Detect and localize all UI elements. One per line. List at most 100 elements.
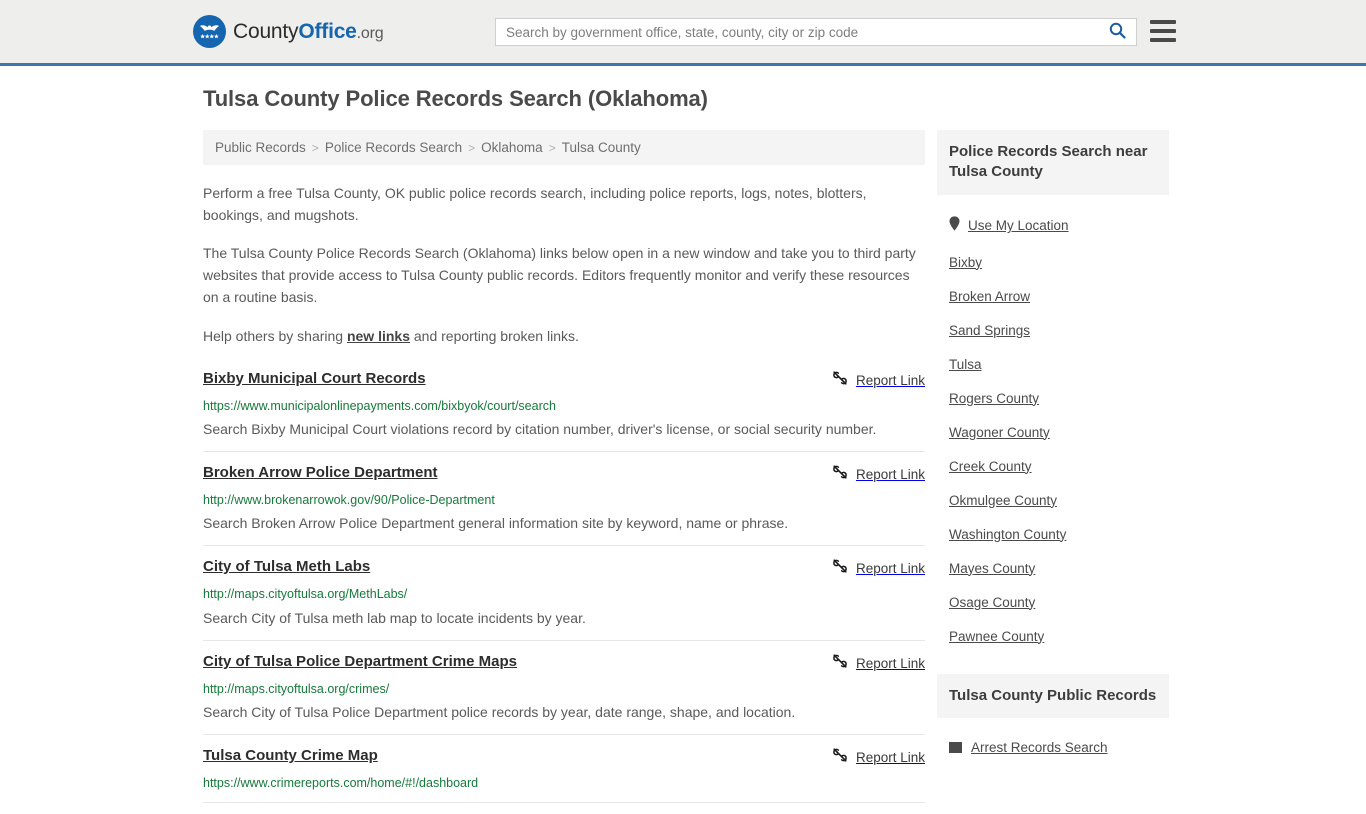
breadcrumb-item-police-records-search[interactable]: Police Records Search bbox=[325, 140, 462, 155]
sidebar-link-label[interactable]: Bixby bbox=[949, 255, 982, 270]
sidebar-item-wagoner-county[interactable]: Wagoner County bbox=[949, 425, 1169, 440]
report-link-button[interactable]: Report Link bbox=[832, 746, 925, 768]
sidebar-item-pawnee-county[interactable]: Pawnee County bbox=[949, 629, 1169, 644]
results-list: Bixby Municipal Court Records Report Lin… bbox=[203, 369, 925, 804]
result-title-link[interactable]: Broken Arrow Police Department bbox=[203, 463, 438, 483]
result-url: http://maps.cityoftulsa.org/MethLabs/ bbox=[203, 587, 408, 602]
sidebar-link-label[interactable]: Use My Location bbox=[968, 218, 1069, 233]
hamburger-bar bbox=[1150, 20, 1176, 24]
sidebar-link-label[interactable]: Okmulgee County bbox=[949, 493, 1057, 508]
result-url: https://www.crimereports.com/home/#!/das… bbox=[203, 776, 479, 791]
sidebar-link-label[interactable]: Osage County bbox=[949, 595, 1035, 610]
result-item: Bixby Municipal Court Records Report Lin… bbox=[203, 369, 925, 453]
logo-text-org: .org bbox=[356, 24, 384, 42]
result-item: City of Tulsa Meth Labs Report Link http… bbox=[203, 557, 925, 641]
result-title-link[interactable]: Bixby Municipal Court Records bbox=[203, 369, 426, 389]
site-logo[interactable]: CountyOffice.org bbox=[193, 15, 384, 48]
report-link-label: Report Link bbox=[855, 561, 925, 577]
countyoffice-eagle-icon bbox=[193, 15, 226, 48]
breadcrumb-separator: > bbox=[311, 140, 319, 155]
intro-paragraph-1: Perform a free Tulsa County, OK public p… bbox=[203, 185, 867, 224]
hamburger-bar bbox=[1150, 38, 1176, 42]
result-header: Broken Arrow Police Department Report Li… bbox=[203, 463, 925, 485]
report-link-button[interactable]: Report Link bbox=[832, 652, 925, 674]
sidebar-link-label[interactable]: Broken Arrow bbox=[949, 289, 1030, 304]
search-submit-button[interactable] bbox=[1105, 19, 1136, 45]
broken-link-icon bbox=[832, 370, 848, 391]
sidebar-link-label[interactable]: Creek County bbox=[949, 459, 1032, 474]
map-pin-icon bbox=[949, 215, 960, 236]
result-url: http://maps.cityoftulsa.org/crimes/ bbox=[203, 681, 390, 696]
breadcrumb-separator: > bbox=[548, 140, 556, 155]
logo-text-office: Office bbox=[298, 19, 357, 43]
result-title-link[interactable]: City of Tulsa Meth Labs bbox=[203, 557, 370, 577]
sidebar-nearby-title: Police Records Search near Tulsa County bbox=[937, 130, 1169, 195]
search-bar[interactable] bbox=[495, 18, 1137, 46]
sidebar-item-sand-springs[interactable]: Sand Springs bbox=[949, 323, 1169, 338]
new-links-link[interactable]: new links bbox=[347, 328, 410, 344]
result-title-link[interactable]: City of Tulsa Police Department Crime Ma… bbox=[203, 652, 517, 672]
broken-link-icon bbox=[832, 464, 848, 485]
sidebar-link-label[interactable]: Mayes County bbox=[949, 561, 1035, 576]
result-description: Search Broken Arrow Police Department ge… bbox=[203, 515, 789, 532]
result-header: Tulsa County Crime Map Report Link bbox=[203, 746, 925, 768]
sidebar-item-broken-arrow[interactable]: Broken Arrow bbox=[949, 289, 1169, 304]
sidebar-link-label[interactable]: Arrest Records Search bbox=[971, 740, 1108, 755]
hamburger-bar bbox=[1150, 29, 1176, 33]
broken-link-icon bbox=[832, 653, 848, 674]
breadcrumb-item-public-records[interactable]: Public Records bbox=[215, 140, 306, 155]
search-input[interactable] bbox=[496, 19, 1105, 45]
content-columns: Public Records > Police Records Search >… bbox=[0, 130, 1366, 814]
sidebar-link-label[interactable]: Wagoner County bbox=[949, 425, 1050, 440]
result-item: Tulsa County Crime Map Report Link https… bbox=[203, 746, 925, 804]
intro-p3-after: and reporting broken links. bbox=[410, 327, 579, 344]
site-logo-wordmark: CountyOffice.org bbox=[233, 19, 384, 44]
report-link-button[interactable]: Report Link bbox=[832, 557, 925, 579]
sidebar-item-mayes-county[interactable]: Mayes County bbox=[949, 561, 1169, 576]
sidebar-item-use-my-location[interactable]: Use My Location bbox=[949, 215, 1169, 236]
result-header: City of Tulsa Police Department Crime Ma… bbox=[203, 652, 925, 674]
result-description: Search City of Tulsa Police Department p… bbox=[203, 703, 796, 720]
breadcrumb-item-tulsa-county[interactable]: Tulsa County bbox=[562, 140, 641, 155]
sidebar-item-okmulgee-county[interactable]: Okmulgee County bbox=[949, 493, 1169, 508]
report-link-label: Report Link bbox=[855, 750, 925, 766]
intro-paragraph-3: Help others by sharing new links and rep… bbox=[203, 325, 925, 347]
result-title-link[interactable]: Tulsa County Crime Map bbox=[203, 746, 378, 766]
menu-hamburger-icon[interactable] bbox=[1150, 20, 1176, 42]
sidebar-item-rogers-county[interactable]: Rogers County bbox=[949, 391, 1169, 406]
intro-paragraph-2: The Tulsa County Police Records Search (… bbox=[203, 245, 916, 306]
report-link-button[interactable]: Report Link bbox=[832, 369, 925, 391]
sidebar-item-osage-county[interactable]: Osage County bbox=[949, 595, 1169, 610]
sidebar-item-tulsa[interactable]: Tulsa bbox=[949, 357, 1169, 372]
intro-text: Perform a free Tulsa County, OK public p… bbox=[203, 182, 925, 347]
sidebar: Police Records Search near Tulsa County … bbox=[937, 130, 1169, 755]
main-column: Public Records > Police Records Search >… bbox=[203, 130, 925, 814]
report-link-label: Report Link bbox=[855, 467, 925, 483]
sidebar-item-bixby[interactable]: Bixby bbox=[949, 255, 1169, 270]
sidebar-link-label[interactable]: Pawnee County bbox=[949, 629, 1044, 644]
page-body: Tulsa County Police Records Search (Okla… bbox=[0, 66, 1366, 814]
search-icon bbox=[1109, 22, 1126, 42]
sidebar-link-label[interactable]: Sand Springs bbox=[949, 323, 1030, 338]
breadcrumb-item-oklahoma[interactable]: Oklahoma bbox=[481, 140, 543, 155]
broken-link-icon bbox=[832, 747, 848, 768]
sidebar-item-creek-county[interactable]: Creek County bbox=[949, 459, 1169, 474]
sidebar-item-washington-county[interactable]: Washington County bbox=[949, 527, 1169, 542]
result-item: Broken Arrow Police Department Report Li… bbox=[203, 463, 925, 547]
result-header: Bixby Municipal Court Records Report Lin… bbox=[203, 369, 925, 391]
report-link-label: Report Link bbox=[855, 372, 925, 388]
result-description: Search City of Tulsa meth lab map to loc… bbox=[203, 609, 586, 626]
sidebar-link-label[interactable]: Tulsa bbox=[949, 357, 982, 372]
result-url: http://www.brokenarrowok.gov/90/Police-D… bbox=[203, 493, 495, 508]
sidebar-item-arrest-records-search[interactable]: Arrest Records Search bbox=[937, 740, 1169, 755]
site-header: CountyOffice.org bbox=[0, 0, 1366, 66]
result-header: City of Tulsa Meth Labs Report Link bbox=[203, 557, 925, 579]
sidebar-link-label[interactable]: Washington County bbox=[949, 527, 1066, 542]
report-link-button[interactable]: Report Link bbox=[832, 463, 925, 485]
logo-text-county: County bbox=[233, 19, 299, 43]
sidebar-link-label[interactable]: Rogers County bbox=[949, 391, 1039, 406]
page-title: Tulsa County Police Records Search (Okla… bbox=[203, 86, 708, 111]
intro-p3-before: Help others by sharing bbox=[203, 327, 347, 344]
result-url: https://www.municipalonlinepayments.com/… bbox=[203, 398, 556, 413]
